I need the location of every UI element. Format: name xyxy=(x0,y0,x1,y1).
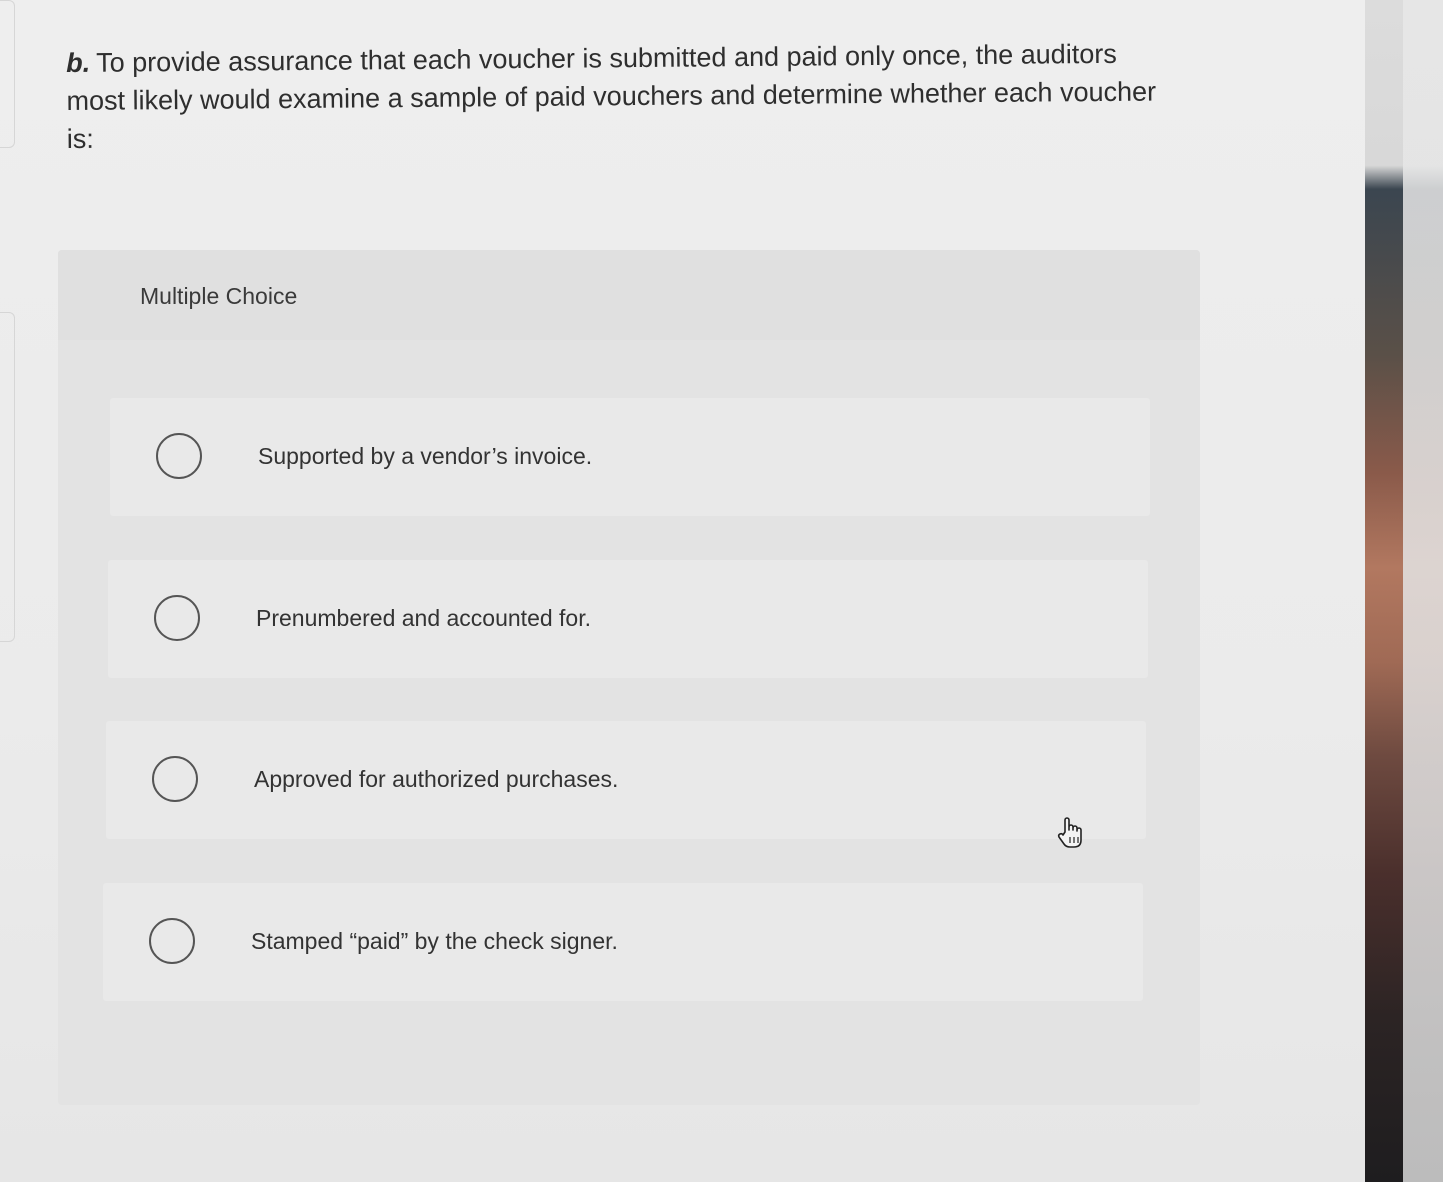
answer-option-label: Supported by a vendor’s invoice. xyxy=(258,443,593,469)
answer-option-label: Stamped “paid” by the check signer. xyxy=(251,928,618,954)
multiple-choice-panel: Multiple Choice Supported by a vendor’s … xyxy=(58,250,1200,1105)
hand-pointer-icon xyxy=(1057,817,1082,848)
answer-option-label: Approved for authorized purchases. xyxy=(254,766,619,792)
background-photo-edge xyxy=(1365,0,1443,1182)
answer-option-label: Prenumbered and accounted for. xyxy=(256,605,592,631)
question-body: To provide assurance that each voucher i… xyxy=(66,38,1157,154)
left-edge-panel xyxy=(0,312,15,642)
question-label: b. xyxy=(66,47,91,78)
answer-option[interactable]: Approved for authorized purchases. xyxy=(106,721,1146,839)
radio-unchecked-icon[interactable] xyxy=(149,918,195,964)
multiple-choice-header: Multiple Choice xyxy=(58,250,1200,340)
radio-unchecked-icon[interactable] xyxy=(152,756,198,802)
answer-option[interactable]: Stamped “paid” by the check signer. xyxy=(103,883,1143,1001)
answer-option[interactable]: Supported by a vendor’s invoice. xyxy=(110,398,1150,516)
screen-area: b. To provide assurance that each voucher… xyxy=(0,0,1365,1182)
radio-unchecked-icon[interactable] xyxy=(156,433,202,479)
radio-unchecked-icon[interactable] xyxy=(154,595,200,641)
answer-option[interactable]: Prenumbered and accounted for. xyxy=(108,560,1148,678)
background-paper-edge xyxy=(1403,0,1443,1182)
question-text: b. To provide assurance that each voucher… xyxy=(66,34,1182,158)
left-edge-panel xyxy=(0,0,15,148)
multiple-choice-title: Multiple Choice xyxy=(140,283,298,309)
